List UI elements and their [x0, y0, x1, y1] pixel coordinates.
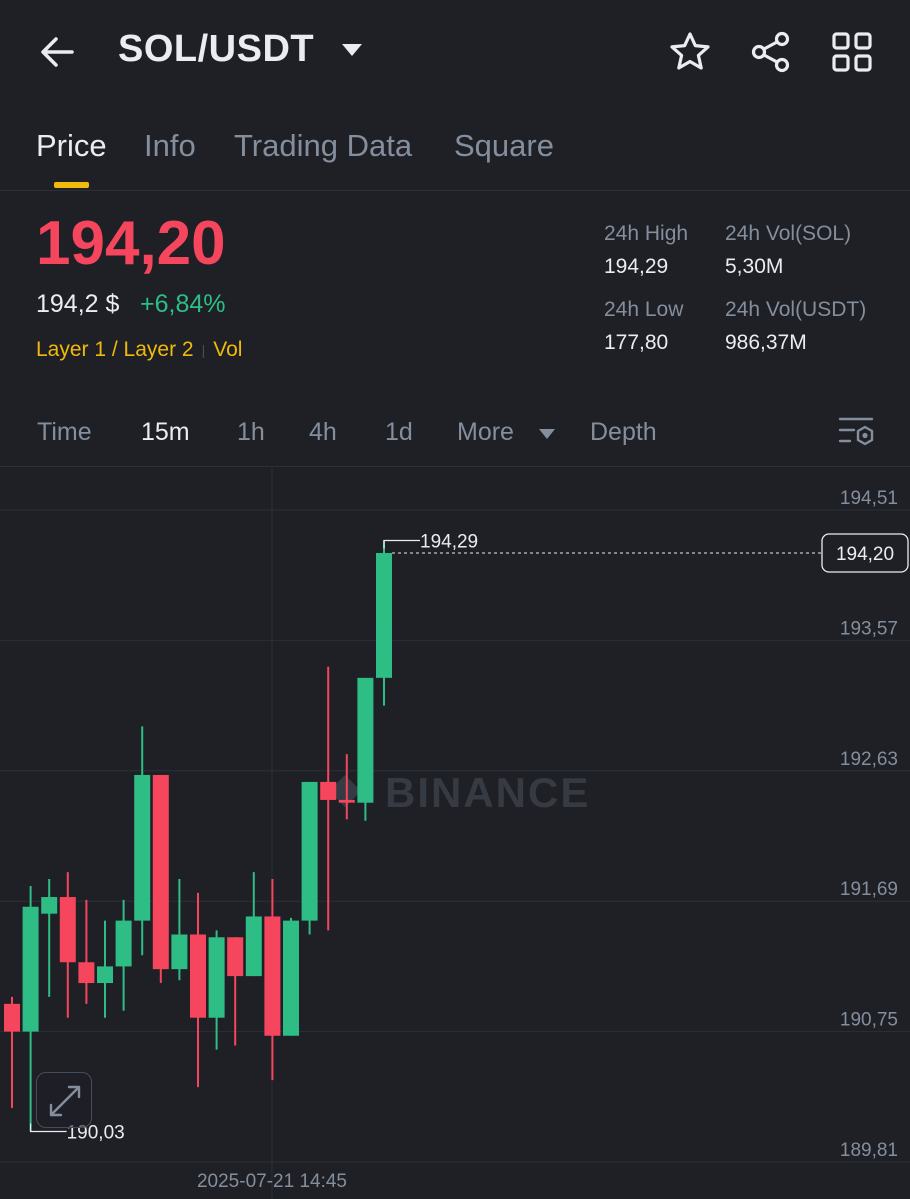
usd-price: 194,2 $ — [36, 290, 120, 318]
category-tags: Layer 1 / Layer 2 | Vol — [36, 338, 242, 362]
stat-vol-base-label: 24h Vol(SOL) — [725, 222, 852, 245]
expand-icon — [49, 1085, 81, 1117]
candle-body — [338, 799, 355, 803]
candle-body — [357, 677, 374, 803]
interval-more[interactable]: More — [457, 418, 514, 447]
y-tick-label: 190,75 — [840, 1010, 898, 1031]
y-tick-label: 193,57 — [840, 618, 898, 639]
y-tick-label: 194,51 — [840, 488, 898, 509]
candle-body — [97, 966, 113, 984]
candle-body — [208, 937, 225, 1018]
candle-body — [376, 553, 392, 678]
stat-high-label: 24h High — [604, 222, 689, 245]
stat-vol-base: 5,30M — [725, 255, 784, 278]
interval-1h[interactable]: 1h — [237, 418, 265, 447]
chart-settings-icon[interactable] — [838, 416, 876, 450]
price-change: +6,84% — [140, 290, 226, 318]
caret-down-icon[interactable] — [340, 40, 364, 60]
candle-body — [115, 920, 132, 967]
x-axis-label: 2025-07-21 14:45 — [197, 1171, 347, 1192]
last-price-badge-label: 194,20 — [836, 544, 894, 565]
high-marker-line — [383, 539, 420, 549]
candle-body — [4, 1003, 20, 1032]
y-tick-label: 191,69 — [840, 879, 898, 900]
stat-low-label: 24h Low — [604, 298, 684, 321]
candle-body — [283, 920, 299, 1036]
candle-body — [152, 774, 169, 970]
candlestick-chart[interactable]: BINANCE 194,51 193,57 192,63 191,69 190,75 189… — [0, 467, 910, 1199]
candle-body — [59, 897, 76, 963]
candle-body — [78, 962, 95, 984]
candle-body — [41, 897, 58, 914]
star-icon[interactable] — [668, 30, 712, 74]
interval-depth[interactable]: Depth — [590, 418, 657, 447]
high-marker-label: 194,29 — [420, 532, 478, 553]
candle-body — [22, 906, 39, 1032]
tag-layer[interactable]: Layer 1 / Layer 2 — [36, 338, 194, 361]
candle-body — [301, 781, 318, 921]
interval-time[interactable]: Time — [37, 418, 92, 447]
candle-body — [264, 916, 281, 1036]
candle-body — [171, 934, 188, 970]
caret-down-icon[interactable] — [538, 428, 556, 440]
watermark: BINANCE — [385, 769, 590, 816]
expand-chart-button[interactable] — [36, 1072, 92, 1128]
last-price: 194,20 — [36, 209, 226, 278]
back-arrow-icon[interactable] — [36, 30, 80, 74]
stat-vol-quote-label: 24h Vol(USDT) — [725, 298, 867, 321]
top-bar: SOL/USDT — [0, 0, 910, 110]
candle-body — [190, 934, 206, 1018]
interval-4h[interactable]: 4h — [309, 418, 337, 447]
grid-icon[interactable] — [830, 30, 874, 74]
tab-info[interactable]: Info — [144, 128, 196, 164]
share-icon[interactable] — [749, 30, 793, 74]
stat-high: 194,29 — [604, 255, 669, 278]
candle-body — [227, 937, 244, 977]
candle-body — [320, 781, 337, 800]
stat-vol-quote: 986,37M — [725, 331, 807, 354]
interval-15m[interactable]: 15m — [141, 418, 190, 447]
tab-square[interactable]: Square — [454, 128, 554, 164]
candle-body — [134, 774, 151, 921]
interval-1d[interactable]: 1d — [385, 418, 413, 447]
stat-low: 177,80 — [604, 331, 669, 354]
active-tab-indicator — [54, 182, 89, 188]
y-tick-label: 192,63 — [840, 749, 898, 770]
tag-separator: | — [201, 342, 206, 359]
tab-trading-data[interactable]: Trading Data — [234, 128, 412, 164]
tag-vol[interactable]: Vol — [213, 338, 242, 361]
main-tabs: Price Info Trading Data Square — [0, 110, 910, 191]
pair-title[interactable]: SOL/USDT — [118, 28, 314, 71]
candle-body — [245, 916, 262, 977]
y-tick-label: 189,81 — [840, 1140, 898, 1161]
tab-price[interactable]: Price — [36, 128, 107, 164]
